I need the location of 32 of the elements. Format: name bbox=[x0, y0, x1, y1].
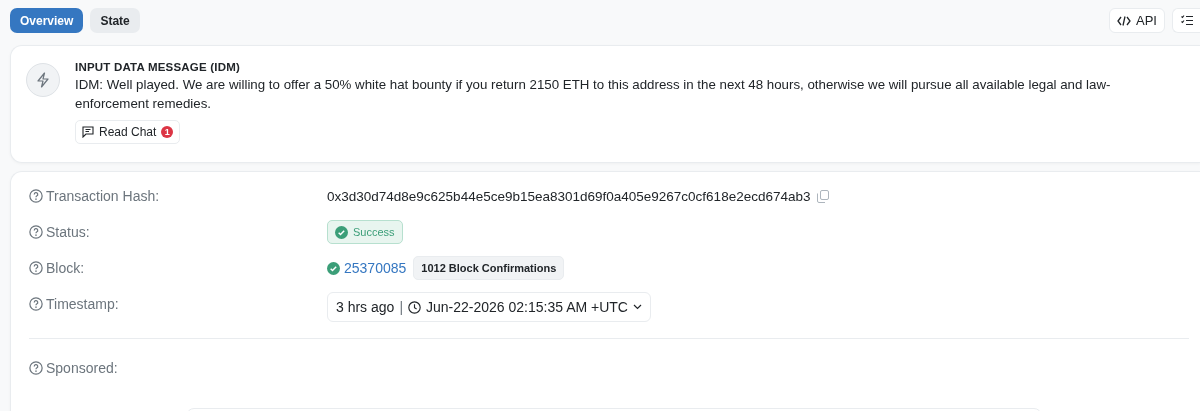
help-icon bbox=[29, 297, 43, 311]
field-label: Status: bbox=[46, 224, 90, 240]
clock-icon bbox=[408, 300, 421, 314]
status-badge: Success bbox=[327, 220, 403, 244]
tab[interactable]: State bbox=[90, 8, 140, 33]
code-icon bbox=[1117, 15, 1132, 26]
checklist-icon bbox=[1181, 15, 1193, 26]
help-icon bbox=[29, 225, 43, 239]
bolt-icon bbox=[26, 63, 60, 97]
chevron-down-icon bbox=[633, 304, 642, 310]
unread-count-badge: 1 bbox=[161, 126, 174, 138]
block-link[interactable]: 25370085 bbox=[344, 260, 407, 276]
field-label: Timestamp: bbox=[46, 296, 119, 312]
separator: | bbox=[399, 299, 403, 315]
read-chat-button[interactable]: Read Chat 1 bbox=[75, 120, 181, 144]
confirmations-badge: 1012 Block Confirmations bbox=[413, 256, 565, 280]
api-button[interactable]: API bbox=[1109, 8, 1165, 33]
field-label: Transaction Hash: bbox=[46, 188, 160, 204]
help-icon bbox=[29, 361, 43, 375]
list-button[interactable] bbox=[1172, 8, 1200, 33]
chat-icon bbox=[82, 126, 94, 138]
transaction-hash: 0x3d30d74d8e9c625b44e5ce9b15ea8301d69f0a405e9267c0cf618e2ecd674ab3 bbox=[327, 188, 811, 204]
field-label: Sponsored: bbox=[46, 360, 118, 376]
help-icon bbox=[29, 261, 43, 275]
timestamp-dropdown[interactable]: 3 hrs ago | Jun-22-2026 02:15:35 AM +UTC bbox=[327, 292, 651, 322]
message-title: INPUT DATA MESSAGE (IDM) bbox=[75, 61, 241, 73]
tab[interactable]: Overview bbox=[10, 8, 84, 33]
help-icon bbox=[29, 189, 43, 203]
check-circle-icon bbox=[335, 225, 348, 239]
field-label: Block: bbox=[46, 260, 85, 276]
check-circle-icon bbox=[327, 261, 340, 275]
message-text: IDM: Well played. We are willing to offer a 50% white hat bounty if you return 2150 ETH to this address in the next 48 hours, otherwise we will pursue all available legal and law-enforcement remedies. bbox=[75, 76, 1112, 113]
